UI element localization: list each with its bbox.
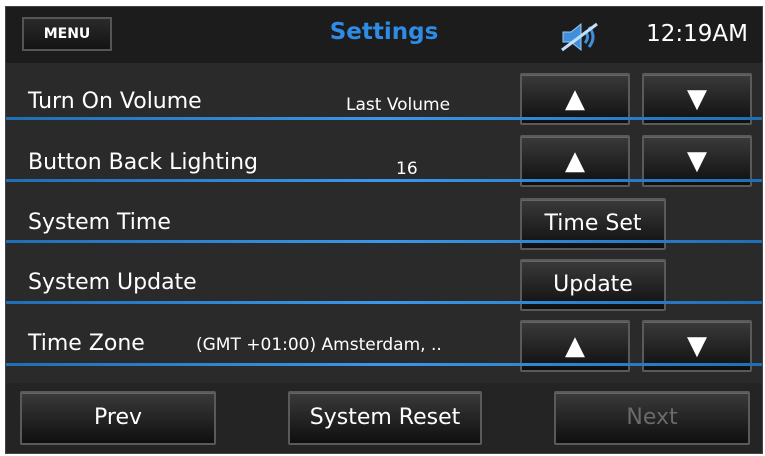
row-divider xyxy=(6,301,762,304)
row-label-system-update: System Update xyxy=(28,270,197,295)
row-divider xyxy=(6,363,762,366)
row-label-system-time: System Time xyxy=(28,210,171,235)
row-divider xyxy=(6,240,762,243)
header-bar: MENU Settings 12:19AM xyxy=(6,7,762,63)
row-value-turn-on-volume: Last Volume xyxy=(346,95,451,115)
settings-screen: MENU Settings 12:19AM Turn On Volume Las… xyxy=(5,6,763,454)
row-value-button-back-lighting: 16 xyxy=(396,159,418,179)
row-divider xyxy=(6,117,762,120)
clock: 12:19AM xyxy=(646,21,748,47)
row-divider xyxy=(6,179,762,182)
row-label-time-zone: Time Zone xyxy=(28,331,145,356)
system-reset-button[interactable]: System Reset xyxy=(288,391,482,445)
mute-speaker-icon[interactable] xyxy=(559,21,601,53)
next-button[interactable]: Next xyxy=(554,391,750,445)
footer-bar: Prev System Reset Next xyxy=(6,383,762,453)
row-value-time-zone: (GMT +01:00) Amsterdam, .. xyxy=(196,335,442,355)
row-label-button-back-lighting: Button Back Lighting xyxy=(28,150,259,175)
row-label-turn-on-volume: Turn On Volume xyxy=(28,89,202,114)
prev-button[interactable]: Prev xyxy=(20,391,216,445)
